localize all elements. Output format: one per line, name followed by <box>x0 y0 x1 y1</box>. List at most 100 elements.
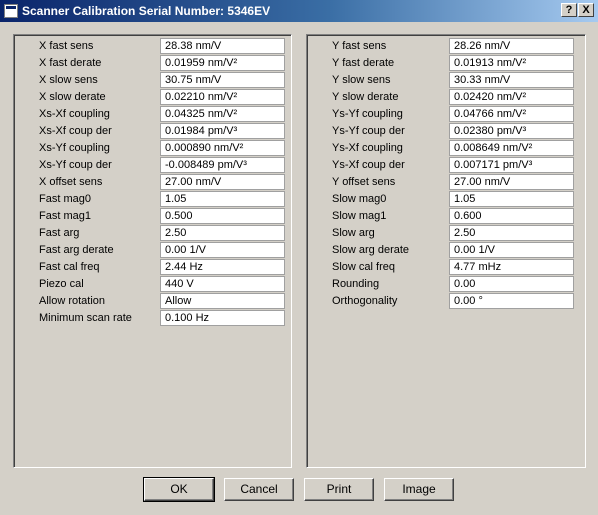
window-title: Scanner Calibration Serial Number: 5346E… <box>22 4 271 18</box>
field-value-input[interactable]: 27.00 nm/V <box>449 174 574 190</box>
field-row: Orthogonality 0.00 ° <box>307 293 585 309</box>
field-label: X slow derate <box>39 91 106 103</box>
field-row: Rounding 0.00 <box>307 276 585 292</box>
field-value-input[interactable]: -0.008489 pm/V³ <box>160 157 285 173</box>
field-row: Slow mag1 0.600 <box>307 208 585 224</box>
field-row: Ys-Xf coupling 0.008649 nm/V² <box>307 140 585 156</box>
field-label: Fast cal freq <box>39 261 100 273</box>
field-value-input[interactable]: 2.50 <box>449 225 574 241</box>
field-label: Slow arg <box>332 227 375 239</box>
help-button[interactable]: ? <box>561 3 577 17</box>
field-row: Y fast sens 28.26 nm/V <box>307 38 585 54</box>
field-row: Ys-Yf coup der 0.02380 pm/V³ <box>307 123 585 139</box>
field-value-input[interactable]: 0.007171 pm/V³ <box>449 157 574 173</box>
field-value-input[interactable]: 0.02420 nm/V² <box>449 89 574 105</box>
field-label: Orthogonality <box>332 295 398 307</box>
field-row: Fast cal freq 2.44 Hz <box>14 259 291 275</box>
field-value-input[interactable]: Allow <box>160 293 285 309</box>
field-label: Xs-Yf coupling <box>39 142 110 154</box>
field-value-input[interactable]: 30.75 nm/V <box>160 72 285 88</box>
close-button[interactable]: X <box>578 3 594 17</box>
field-value-input[interactable]: 1.05 <box>449 191 574 207</box>
field-value-input[interactable]: 30.33 nm/V <box>449 72 574 88</box>
field-label: Rounding <box>332 278 380 290</box>
field-value-input[interactable]: 28.26 nm/V <box>449 38 574 54</box>
y-axis-panel: Y fast sens 28.26 nm/V Y fast derate 0.0191… <box>306 34 586 468</box>
field-value-input[interactable]: 0.100 Hz <box>160 310 285 326</box>
field-value-input[interactable]: 0.00 <box>449 276 574 292</box>
field-value-input[interactable]: 1.05 <box>160 191 285 207</box>
field-row: Y fast derate 0.01913 nm/V² <box>307 55 585 71</box>
field-row: X fast derate 0.01959 nm/V² <box>14 55 291 71</box>
field-row: Fast mag1 0.500 <box>14 208 291 224</box>
field-row: Ys-Yf coupling 0.04766 nm/V² <box>307 106 585 122</box>
field-value-input[interactable]: 28.38 nm/V <box>160 38 285 54</box>
field-value-input[interactable]: 0.000890 nm/V² <box>160 140 285 156</box>
field-label: Ys-Xf coupling <box>332 142 403 154</box>
field-label: Fast arg <box>39 227 80 239</box>
field-value-input[interactable]: 27.00 nm/V <box>160 174 285 190</box>
field-label: Xs-Yf coup der <box>39 159 112 171</box>
field-row: X slow sens 30.75 nm/V <box>14 72 291 88</box>
field-label: Y slow derate <box>332 91 399 103</box>
field-value-input[interactable]: 0.00 1/V <box>449 242 574 258</box>
field-label: Xs-Xf coupling <box>39 108 110 120</box>
field-label: Slow mag0 <box>332 193 387 205</box>
field-label: Fast arg derate <box>39 244 114 256</box>
field-value-input[interactable]: 0.04325 nm/V² <box>160 106 285 122</box>
field-value-input[interactable]: 0.500 <box>160 208 285 224</box>
field-row: Fast mag0 1.05 <box>14 191 291 207</box>
field-value-input[interactable]: 0.01984 pm/V³ <box>160 123 285 139</box>
field-value-input[interactable]: 0.01959 nm/V² <box>160 55 285 71</box>
field-value-input[interactable]: 0.02210 nm/V² <box>160 89 285 105</box>
field-row: Slow cal freq 4.77 mHz <box>307 259 585 275</box>
field-value-input[interactable]: 0.02380 pm/V³ <box>449 123 574 139</box>
field-row: Xs-Xf coup der 0.01984 pm/V³ <box>14 123 291 139</box>
field-value-input[interactable]: 2.50 <box>160 225 285 241</box>
field-row: Fast arg derate 0.00 1/V <box>14 242 291 258</box>
field-label: Ys-Xf coup der <box>332 159 405 171</box>
field-label: Y fast derate <box>332 57 395 69</box>
field-label: Y slow sens <box>332 74 391 86</box>
field-value-input[interactable]: 440 V <box>160 276 285 292</box>
field-value-input[interactable]: 4.77 mHz <box>449 259 574 275</box>
field-row: X fast sens 28.38 nm/V <box>14 38 291 54</box>
cancel-button[interactable]: Cancel <box>224 478 294 501</box>
field-label: X offset sens <box>39 176 103 188</box>
field-label: Minimum scan rate <box>39 312 132 324</box>
field-row: Y slow sens 30.33 nm/V <box>307 72 585 88</box>
field-value-input[interactable]: 0.008649 nm/V² <box>449 140 574 156</box>
field-label: Y offset sens <box>332 176 396 188</box>
field-value-input[interactable]: 0.01913 nm/V² <box>449 55 574 71</box>
field-row: Minimum scan rate 0.100 Hz <box>14 310 291 326</box>
field-value-input[interactable]: 2.44 Hz <box>160 259 285 275</box>
field-row: Fast arg 2.50 <box>14 225 291 241</box>
field-row: Y offset sens 27.00 nm/V <box>307 174 585 190</box>
x-axis-panel: X fast sens 28.38 nm/V X fast derate 0.0195… <box>13 34 292 468</box>
field-row: Xs-Yf coupling 0.000890 nm/V² <box>14 140 291 156</box>
field-label: Slow cal freq <box>332 261 395 273</box>
field-row: X offset sens 27.00 nm/V <box>14 174 291 190</box>
field-label: Ys-Yf coup der <box>332 125 405 137</box>
field-value-input[interactable]: 0.04766 nm/V² <box>449 106 574 122</box>
field-label: Ys-Yf coupling <box>332 108 403 120</box>
field-value-input[interactable]: 0.00 ° <box>449 293 574 309</box>
field-label: Piezo cal <box>39 278 84 290</box>
field-label: X slow sens <box>39 74 98 86</box>
ok-button[interactable]: OK <box>143 477 215 502</box>
field-row: Y slow derate 0.02420 nm/V² <box>307 89 585 105</box>
field-value-input[interactable]: 0.00 1/V <box>160 242 285 258</box>
field-label: X fast derate <box>39 57 102 69</box>
field-value-input[interactable]: 0.600 <box>449 208 574 224</box>
window-icon <box>4 4 18 18</box>
field-row: Piezo cal 440 V <box>14 276 291 292</box>
field-label: Fast mag0 <box>39 193 91 205</box>
field-label: Slow arg derate <box>332 244 410 256</box>
field-label: Fast mag1 <box>39 210 91 222</box>
field-row: Xs-Xf coupling 0.04325 nm/V² <box>14 106 291 122</box>
field-row: X slow derate 0.02210 nm/V² <box>14 89 291 105</box>
image-button[interactable]: Image <box>384 478 454 501</box>
print-button[interactable]: Print <box>304 478 374 501</box>
field-row: Ys-Xf coup der 0.007171 pm/V³ <box>307 157 585 173</box>
field-row: Slow arg derate 0.00 1/V <box>307 242 585 258</box>
